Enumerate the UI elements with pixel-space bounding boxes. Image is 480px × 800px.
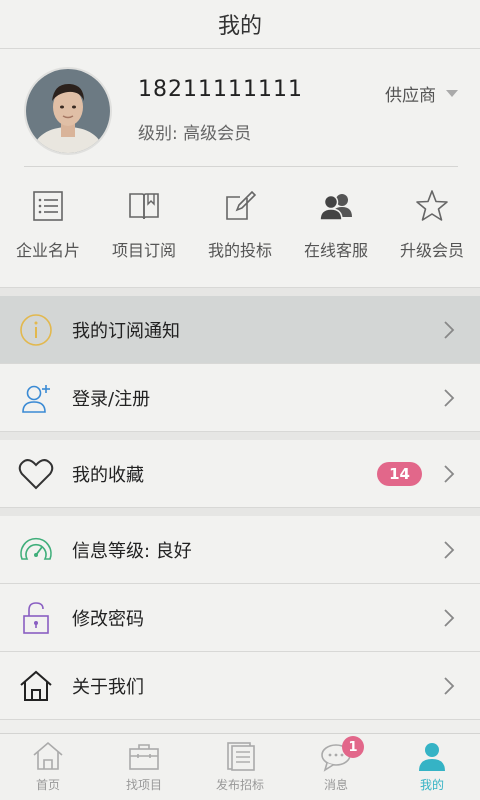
quick-my-bids[interactable]: 我的投标 bbox=[192, 167, 288, 287]
chevron-right-icon bbox=[444, 464, 455, 483]
quick-business-card[interactable]: 企业名片 bbox=[0, 167, 96, 287]
user-icon bbox=[419, 743, 445, 771]
role-dropdown[interactable]: 供应商 bbox=[385, 81, 458, 106]
users-icon bbox=[319, 194, 352, 221]
home-icon bbox=[18, 668, 54, 704]
home-icon bbox=[33, 741, 63, 770]
menu-label: 我的收藏 bbox=[72, 464, 144, 486]
chevron-right-icon bbox=[444, 540, 455, 559]
page-title: 我的 bbox=[217, 14, 262, 39]
divider bbox=[24, 166, 458, 167]
briefcase-icon bbox=[129, 744, 159, 770]
tab-label: 消息 bbox=[323, 778, 348, 792]
caret-down-icon bbox=[446, 90, 458, 97]
tab-label: 发布招标 bbox=[215, 778, 264, 792]
gauge-icon bbox=[18, 532, 54, 568]
star-icon bbox=[416, 190, 448, 221]
quick-label: 我的投标 bbox=[207, 241, 272, 260]
quick-label: 项目订阅 bbox=[111, 241, 176, 260]
quick-label: 企业名片 bbox=[15, 241, 80, 260]
menu-label: 我的订阅通知 bbox=[72, 320, 180, 342]
role-label: 供应商 bbox=[385, 86, 436, 106]
tab-home[interactable]: 首页 bbox=[0, 734, 96, 800]
menu-label: 修改密码 bbox=[72, 608, 144, 630]
menu-label: 登录/注册 bbox=[72, 388, 151, 410]
tab-me[interactable]: 我的 bbox=[384, 734, 480, 800]
heart-icon bbox=[18, 456, 54, 492]
edit-icon bbox=[226, 190, 257, 220]
avatar[interactable] bbox=[24, 67, 112, 155]
menu-login-register[interactable]: 登录/注册 bbox=[0, 364, 480, 432]
business-card-icon bbox=[33, 191, 63, 221]
menu-subscription-notice[interactable]: 我的订阅通知 bbox=[0, 296, 480, 364]
menu-favorites[interactable]: 我的收藏 14 bbox=[0, 440, 480, 508]
quick-label: 升级会员 bbox=[399, 241, 464, 260]
menu-change-password[interactable]: 修改密码 bbox=[0, 584, 480, 652]
section-gap bbox=[0, 508, 480, 516]
profile-section: 18211111111 级别: 高级会员 供应商 bbox=[0, 49, 480, 167]
info-icon bbox=[18, 312, 54, 348]
menu-about-us[interactable]: 关于我们 bbox=[0, 652, 480, 720]
menu-info-level[interactable]: 信息等级: 良好 bbox=[0, 516, 480, 584]
tab-messages[interactable]: 1 消息 bbox=[288, 734, 384, 800]
tab-label: 首页 bbox=[35, 778, 60, 792]
phone-number: 18211111111 bbox=[138, 77, 303, 102]
quick-actions: 企业名片 项目订阅 我的投标 在线客服 升级会员 bbox=[0, 167, 480, 288]
menu-label: 信息等级: 良好 bbox=[72, 540, 192, 562]
menu-label: 关于我们 bbox=[72, 676, 144, 698]
chevron-right-icon bbox=[444, 676, 455, 695]
book-icon bbox=[129, 193, 159, 220]
document-icon bbox=[227, 742, 255, 771]
section-gap bbox=[0, 288, 480, 296]
tab-find-projects[interactable]: 找项目 bbox=[96, 734, 192, 800]
member-level: 级别: 高级会员 bbox=[138, 124, 252, 144]
chevron-right-icon bbox=[444, 608, 455, 627]
quick-label: 在线客服 bbox=[303, 241, 368, 260]
chevron-right-icon bbox=[444, 320, 455, 339]
quick-online-service[interactable]: 在线客服 bbox=[288, 167, 384, 287]
tab-publish-tender[interactable]: 发布招标 bbox=[192, 734, 288, 800]
tab-label: 我的 bbox=[419, 778, 444, 792]
lock-icon bbox=[18, 600, 54, 636]
add-user-icon bbox=[18, 380, 54, 416]
bottom-tab-bar: 首页 找项目 发布招标 1 消息 我的 bbox=[0, 733, 480, 800]
messages-badge: 1 bbox=[342, 736, 364, 758]
section-gap bbox=[0, 432, 480, 440]
quick-subscription[interactable]: 项目订阅 bbox=[96, 167, 192, 287]
title-bar: 我的 bbox=[0, 0, 480, 49]
chevron-right-icon bbox=[444, 388, 455, 407]
tab-label: 找项目 bbox=[125, 778, 162, 792]
quick-upgrade[interactable]: 升级会员 bbox=[384, 167, 480, 287]
favorites-count-badge: 14 bbox=[377, 461, 422, 486]
